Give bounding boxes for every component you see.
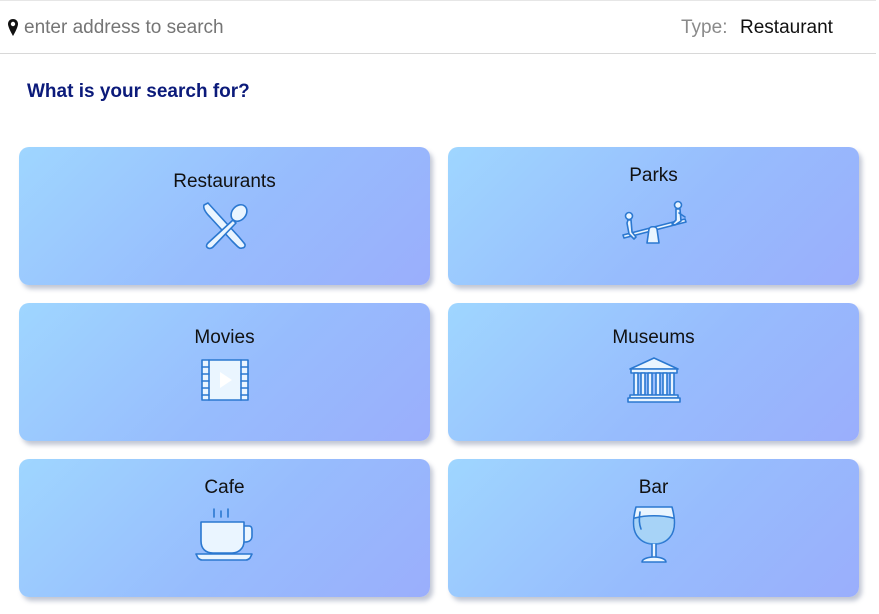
page-title: What is your search for? — [27, 81, 250, 102]
seesaw-icon — [621, 200, 687, 244]
map-pin-icon — [8, 19, 18, 36]
category-card-restaurants[interactable]: Restaurants — [19, 147, 430, 285]
category-card-parks[interactable]: Parks — [448, 147, 859, 285]
category-card-bar[interactable]: Bar — [448, 459, 859, 597]
category-label: Bar — [638, 477, 669, 498]
category-label: Cafe — [204, 477, 245, 498]
type-label: Type: — [681, 17, 728, 38]
category-label: Museums — [612, 327, 695, 348]
film-play-icon — [200, 359, 249, 401]
category-label: Restaurants — [173, 171, 276, 192]
category-card-museums[interactable]: Museums — [448, 303, 859, 441]
wine-glass-icon — [632, 506, 675, 563]
museum-building-icon — [626, 357, 681, 403]
category-card-cafe[interactable]: Cafe — [19, 459, 430, 597]
search-page: Type: Restaurant What is your search for… — [0, 0, 879, 614]
type-select[interactable]: Restaurant — [740, 17, 833, 39]
address-search-input[interactable] — [24, 14, 444, 42]
category-label: Parks — [629, 165, 678, 186]
category-card-movies[interactable]: Movies — [19, 303, 430, 441]
fork-spoon-icon — [202, 202, 248, 250]
coffee-cup-icon — [194, 508, 253, 561]
search-bar: Type: Restaurant — [0, 0, 876, 54]
category-label: Movies — [194, 327, 255, 348]
